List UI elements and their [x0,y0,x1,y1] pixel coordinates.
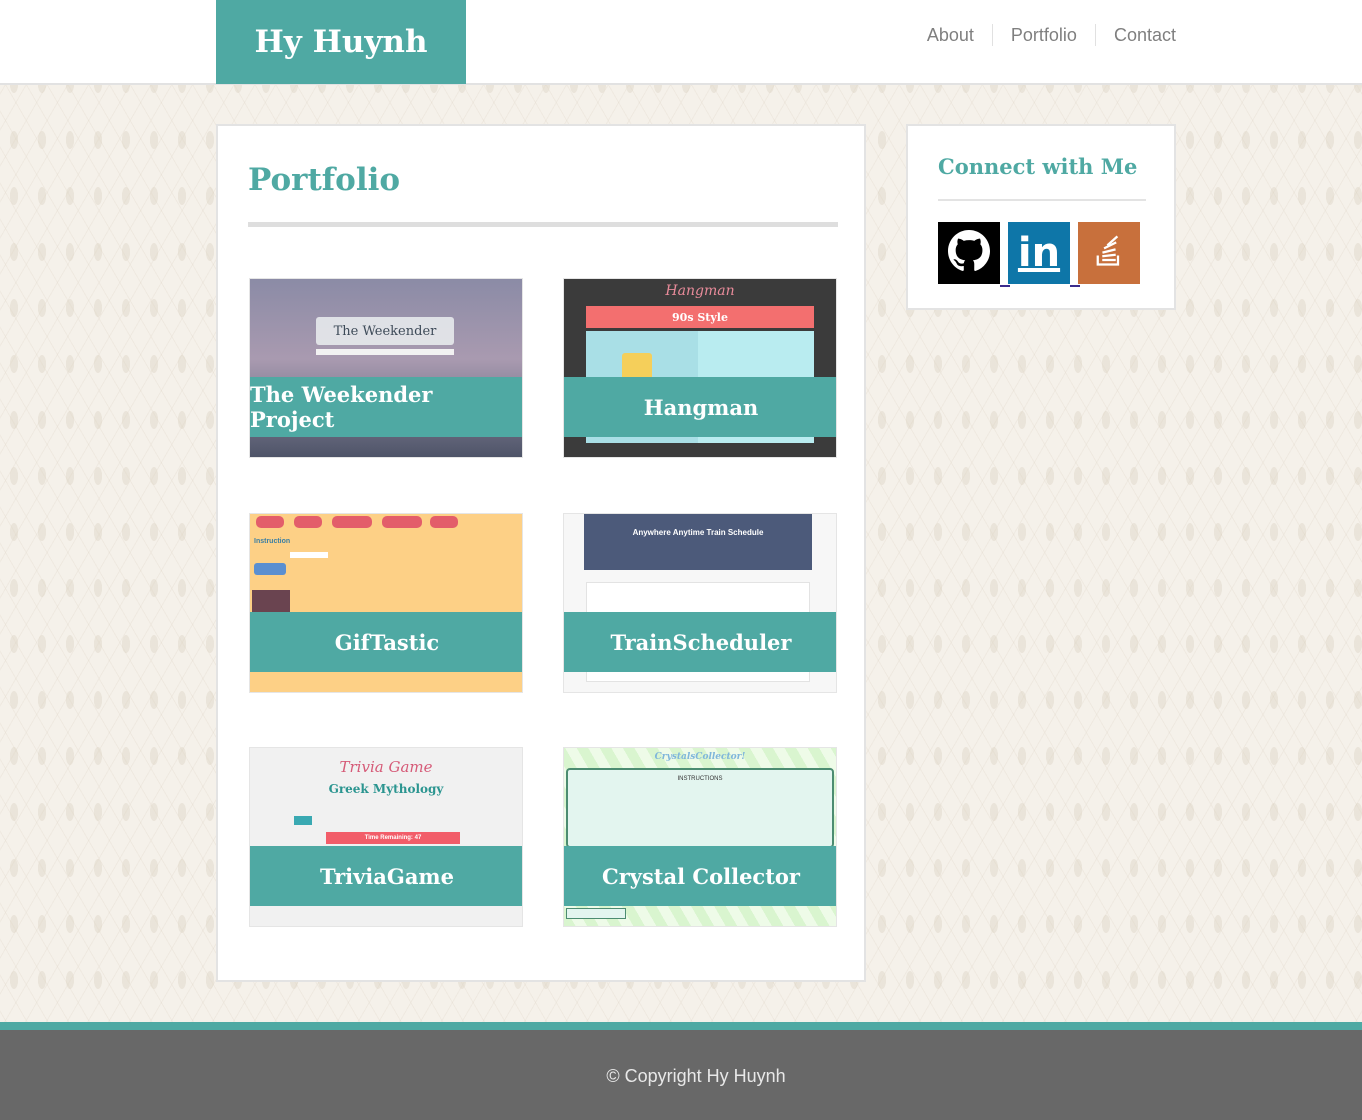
connect-card: Connect with Me in [906,124,1176,310]
project-trainscheduler[interactable]: Anywhere Anytime Train Schedule TrainSch… [563,513,837,693]
linkedin-link[interactable]: in [1008,222,1070,284]
thumbnail-timer: Time Remaining: 47 [326,832,460,844]
thumbnail-instruction: Instruction [254,538,291,545]
thumbnail-header: Anywhere Anytime Train Schedule [584,514,812,570]
thumbnail-gif [252,590,290,612]
thumbnail-title: Hangman [665,283,735,299]
thumbnail-title: Trivia Game [339,758,433,776]
thumbnail-button [256,516,284,528]
github-link[interactable] [938,222,1000,284]
thumbnail-field [566,908,626,919]
footer-accent-bar [0,1022,1362,1030]
project-hangman[interactable]: Hangman 90s Style Hangman [563,278,837,458]
thumbnail-title: CrystalsCollector! [654,752,746,762]
thumbnail-bar: 90s Style [586,306,814,328]
thumbnail-start-button [294,816,312,825]
thumbnail-instructions: INSTRUCTIONS [677,776,723,782]
nav-about-link[interactable]: About [909,24,992,46]
project-crystal-collector[interactable]: CrystalsCollector! INSTRUCTIONS Crystal … [563,747,837,927]
project-label[interactable]: The Weekender Project [250,377,522,437]
portfolio-card: Portfolio The Weekender The Weekender Pr… [216,124,866,982]
connect-divider [938,199,1146,201]
link-underline [1000,285,1010,287]
thumbnail-input [290,552,328,558]
project-label[interactable]: TrainScheduler [564,612,836,672]
github-icon [948,229,990,277]
project-label[interactable]: GifTastic [250,612,522,672]
main-nav: About Portfolio Contact [909,24,1176,46]
thumbnail-submit [254,563,286,575]
nav-portfolio-link[interactable]: Portfolio [991,24,1095,46]
thumbnail-button [430,516,458,528]
stackoverflow-icon [1091,233,1127,274]
project-giftastic[interactable]: Instruction GifTastic [249,513,523,693]
project-weekender[interactable]: The Weekender The Weekender Project [249,278,523,458]
project-triviagame[interactable]: Trivia Game Greek Mythology Time Remaini… [249,747,523,927]
connect-title: Connect with Me [938,154,1138,179]
linkedin-icon: in [1017,230,1061,276]
link-underline [1070,285,1080,287]
thumbnail-logo-text: The Weekender [316,317,454,345]
site-footer: © Copyright Hy Huynh [0,1030,1362,1120]
thumbnail-subtitle: Greek Mythology [328,782,444,796]
project-label[interactable]: TriviaGame [250,846,522,906]
project-label[interactable]: Hangman [564,377,836,437]
project-label[interactable]: Crystal Collector [564,846,836,906]
nav-contact-link[interactable]: Contact [1094,24,1176,46]
title-divider [248,222,838,227]
thumbnail-button [332,516,372,528]
thumbnail-button [294,516,322,528]
thumbnail-button [382,516,422,528]
page-title: Portfolio [248,162,401,198]
copyright-text: © Copyright Hy Huynh [606,1065,786,1086]
thumbnail-instructions-box: INSTRUCTIONS [566,768,834,848]
stackoverflow-link[interactable] [1078,222,1140,284]
site-header: Hy Huynh About Portfolio Contact [0,0,1362,85]
site-brand[interactable]: Hy Huynh [216,0,466,84]
thumbnail-search-bar [316,349,454,355]
